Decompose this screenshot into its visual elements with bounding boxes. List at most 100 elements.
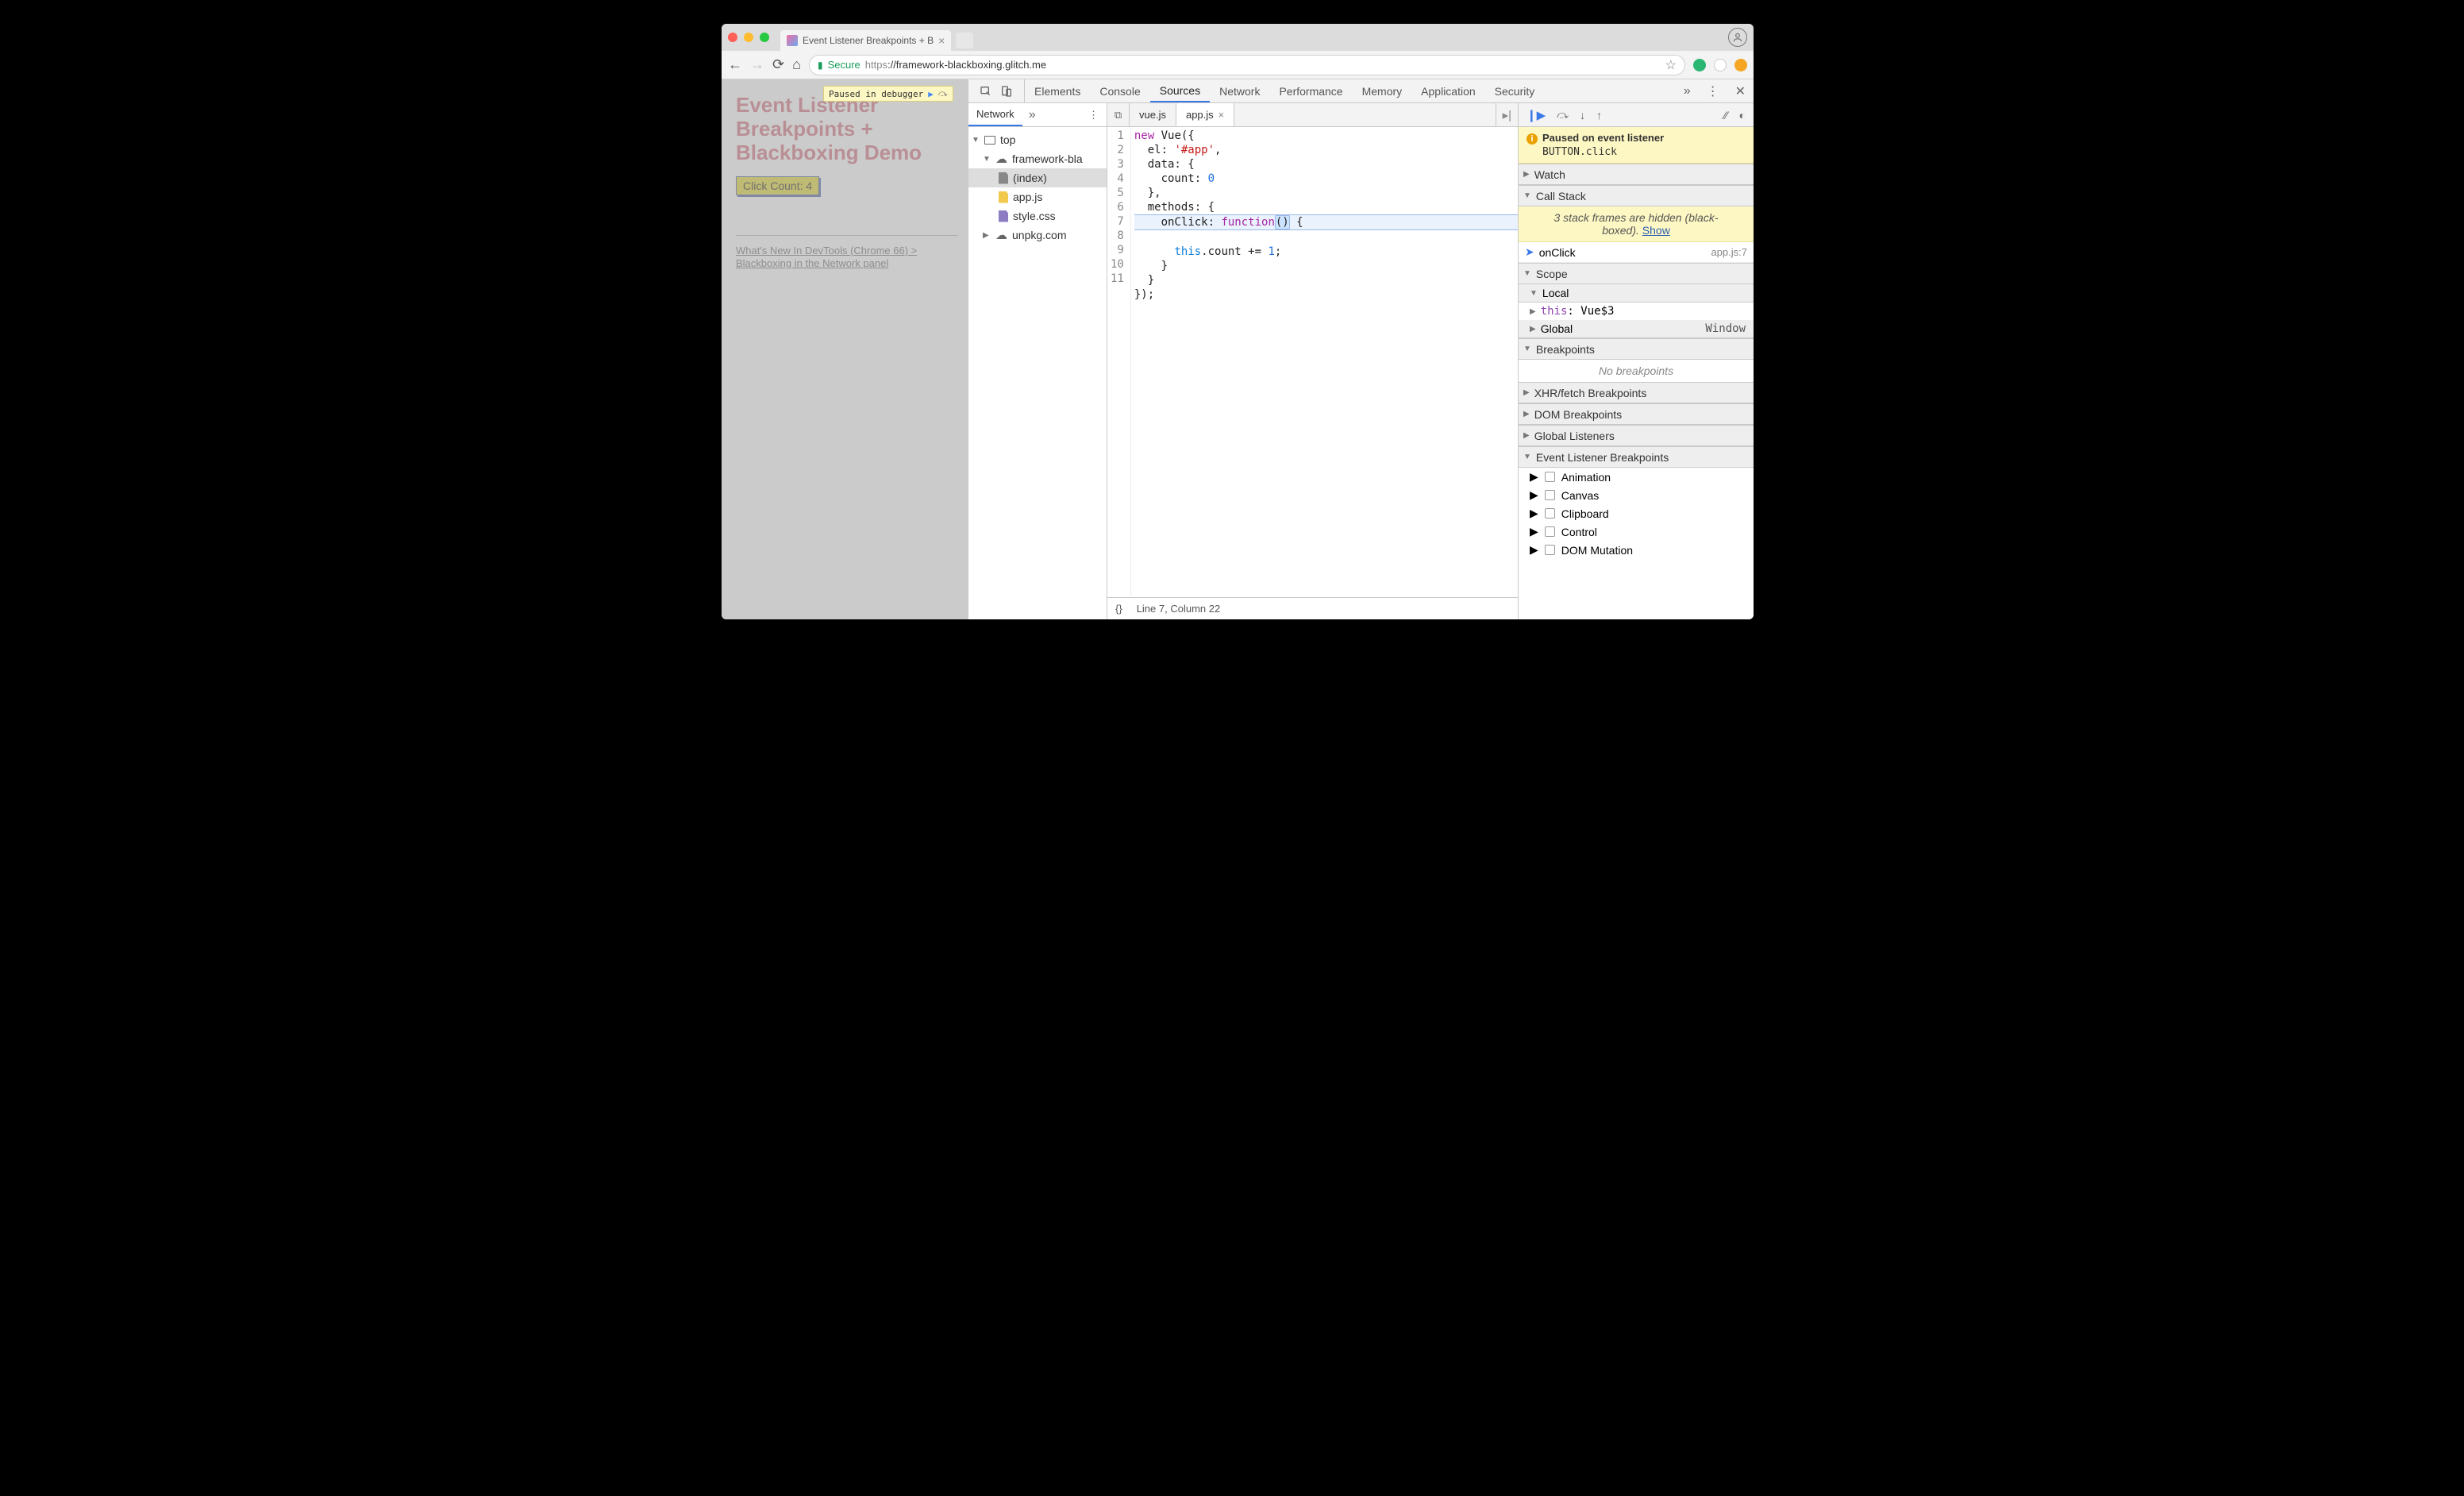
file-tree: ▼ top ▼☁ framework-bla (index) [968, 127, 1107, 619]
section-xhr-breakpoints[interactable]: ▶XHR/fetch Breakpoints [1519, 382, 1754, 403]
section-scope[interactable]: ▼Scope [1519, 263, 1754, 284]
section-global-listeners[interactable]: ▶Global Listeners [1519, 425, 1754, 446]
debugger-pane: ❙▶ ⤼ ↓ ↑ ⁄⁄ ◐ iPaused on event listener … [1519, 103, 1754, 619]
pretty-print-icon[interactable]: {} [1115, 603, 1122, 615]
step-over-icon[interactable]: ⤼ [1557, 108, 1569, 121]
minimize-window-icon[interactable] [744, 33, 753, 42]
tab-network[interactable]: Network [1210, 79, 1269, 102]
checkbox[interactable] [1545, 526, 1555, 537]
checkbox[interactable] [1545, 472, 1555, 482]
section-event-listener-breakpoints[interactable]: ▼Event Listener Breakpoints [1519, 446, 1754, 468]
event-category[interactable]: ▶DOM Mutation [1519, 541, 1754, 559]
user-profile-icon[interactable] [1728, 28, 1747, 47]
navigator-menu-icon[interactable]: ⋮ [1080, 109, 1107, 121]
toggle-navigator-icon[interactable]: ⧉ [1107, 103, 1130, 126]
code-area[interactable]: 1234567891011 new Vue({ el: '#app', data… [1107, 127, 1518, 597]
line-gutter: 1234567891011 [1107, 127, 1131, 597]
device-toggle-icon[interactable] [1000, 85, 1013, 98]
tab-sources[interactable]: Sources [1150, 79, 1210, 102]
code-content[interactable]: new Vue({ el: '#app', data: { count: 0 }… [1131, 127, 1518, 597]
reload-icon[interactable]: ⟳ [772, 56, 784, 73]
callstack-show-link[interactable]: Show [1642, 224, 1670, 237]
browser-tab[interactable]: Event Listener Breakpoints + B × [780, 30, 951, 51]
inspect-icon[interactable] [980, 85, 992, 98]
extension-icon[interactable] [1693, 59, 1706, 71]
page-dim-overlay [722, 79, 968, 619]
paused-banner: iPaused on event listener BUTTON.click [1519, 127, 1754, 164]
devtools-menu-icon[interactable]: ⋮ [1699, 83, 1727, 99]
step-into-icon[interactable]: ↓ [1580, 109, 1585, 121]
cloud-icon: ☁ [995, 152, 1007, 166]
close-editor-tab-icon[interactable]: × [1219, 109, 1225, 121]
file-icon [999, 172, 1008, 184]
scope-local[interactable]: ▼Local [1519, 284, 1754, 303]
event-bp-list: ▶Animation ▶Canvas ▶Clipboard ▶Control ▶… [1519, 468, 1754, 559]
rendered-page: Paused in debugger ▶ ⤼ Event Listener Br… [722, 79, 968, 619]
tree-domain[interactable]: ▼☁ framework-bla [968, 149, 1107, 168]
address-bar[interactable]: ▮ Secure https://framework-blackboxing.g… [809, 55, 1685, 75]
event-category[interactable]: ▶Control [1519, 522, 1754, 541]
home-icon[interactable]: ⌂ [792, 56, 801, 73]
tab-security[interactable]: Security [1485, 79, 1545, 102]
bookmark-star-icon[interactable]: ☆ [1665, 57, 1677, 73]
tree-file-appjs[interactable]: app.js [968, 187, 1107, 206]
callstack-frame[interactable]: ➤ onClick app.js:7 [1519, 242, 1754, 263]
extension-icon[interactable] [1734, 59, 1747, 71]
tree-file-index[interactable]: (index) [968, 168, 1107, 187]
event-category[interactable]: ▶Animation [1519, 468, 1754, 486]
devtools-tabbar: Elements Console Sources Network Perform… [968, 79, 1754, 103]
browser-toolbar: ← → ⟳ ⌂ ▮ Secure https://framework-black… [722, 51, 1754, 79]
tree-frame-top[interactable]: ▼ top [968, 130, 1107, 149]
tab-performance[interactable]: Performance [1269, 79, 1352, 102]
new-tab-button[interactable] [956, 33, 973, 48]
back-icon[interactable]: ← [728, 56, 742, 73]
editor-tab-appjs[interactable]: app.js × [1176, 103, 1234, 126]
callstack-hidden-notice: 3 stack frames are hidden (black-boxed).… [1519, 206, 1754, 242]
section-breakpoints[interactable]: ▼Breakpoints [1519, 338, 1754, 360]
extension-icon[interactable] [1714, 59, 1727, 71]
checkbox[interactable] [1545, 490, 1555, 500]
close-tab-icon[interactable]: × [938, 35, 945, 46]
overlay-resume-icon[interactable]: ▶ [928, 89, 934, 99]
resume-icon[interactable]: ❙▶ [1527, 108, 1546, 122]
tab-elements[interactable]: Elements [1025, 79, 1090, 102]
tab-application[interactable]: Application [1411, 79, 1485, 102]
tab-title: Event Listener Breakpoints + B [803, 35, 934, 46]
info-icon: i [1527, 133, 1538, 145]
event-category[interactable]: ▶Canvas [1519, 486, 1754, 504]
editor-more-icon[interactable]: ▸| [1496, 103, 1518, 126]
step-out-icon[interactable]: ↑ [1596, 109, 1602, 121]
checkbox[interactable] [1545, 508, 1555, 519]
scope-global[interactable]: ▶Global Window [1519, 320, 1754, 338]
paused-overlay-badge: Paused in debugger ▶ ⤼ [823, 86, 953, 102]
window-controls[interactable] [728, 33, 769, 42]
section-watch[interactable]: ▶Watch [1519, 164, 1754, 185]
tab-console[interactable]: Console [1090, 79, 1149, 102]
section-dom-breakpoints[interactable]: ▶DOM Breakpoints [1519, 403, 1754, 425]
cursor-position: Line 7, Column 22 [1137, 603, 1221, 615]
source-editor: ⧉ vue.js app.js × ▸| 1234567891011 new V… [1107, 103, 1519, 619]
event-category[interactable]: ▶Clipboard [1519, 504, 1754, 522]
overlay-step-icon[interactable]: ⤼ [938, 88, 948, 99]
chrome-window: Event Listener Breakpoints + B × ← → ⟳ ⌂… [722, 24, 1754, 619]
pause-exceptions-icon[interactable]: ◐ [1739, 109, 1746, 121]
devtools-close-icon[interactable]: ✕ [1727, 83, 1754, 99]
maximize-window-icon[interactable] [760, 33, 769, 42]
section-callstack[interactable]: ▼Call Stack [1519, 185, 1754, 206]
tab-strip: Event Listener Breakpoints + B × [722, 24, 1754, 51]
editor-tab-vuejs[interactable]: vue.js [1130, 103, 1176, 126]
lock-icon: ▮ [818, 60, 823, 71]
deactivate-breakpoints-icon[interactable]: ⁄⁄ [1724, 109, 1728, 121]
tab-memory[interactable]: Memory [1353, 79, 1412, 102]
close-window-icon[interactable] [728, 33, 737, 42]
checkbox[interactable] [1545, 545, 1555, 555]
tree-domain-unpkg[interactable]: ▶☁ unpkg.com [968, 226, 1107, 245]
scope-this[interactable]: ▶ this: Vue$3 [1519, 303, 1754, 320]
more-tabs-icon[interactable]: » [1676, 84, 1699, 98]
navigator-more-icon[interactable]: » [1022, 108, 1042, 122]
navigator-tab-network[interactable]: Network [968, 103, 1022, 126]
frame-icon [984, 136, 995, 145]
tree-file-stylecss[interactable]: style.css [968, 206, 1107, 226]
secure-label: Secure [828, 59, 860, 71]
editor-statusbar: {} Line 7, Column 22 [1107, 597, 1518, 619]
